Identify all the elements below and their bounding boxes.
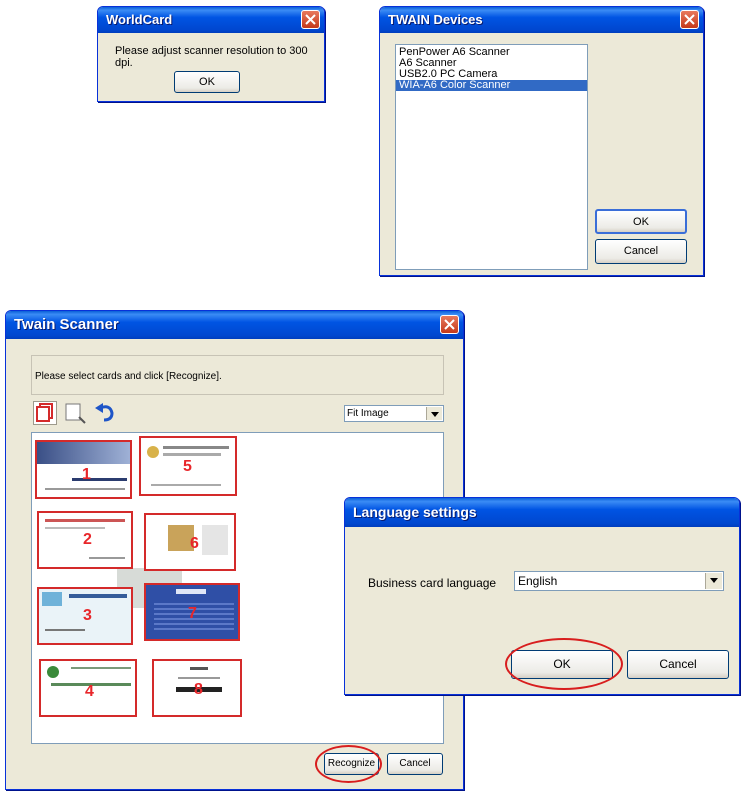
instruction-text: Please select cards and click [Recognize… (35, 371, 222, 382)
language-settings-title: Language settings (353, 504, 477, 520)
business-card-5[interactable]: 5 (139, 436, 237, 496)
worldcard-ok-button[interactable]: OK (174, 71, 240, 93)
card-number: 3 (83, 607, 92, 624)
business-card-2[interactable]: 2 (37, 511, 133, 569)
language-label: Business card language (368, 576, 497, 590)
instruction-panel: Please select cards and click [Recognize… (31, 355, 444, 395)
worldcard-titlebar: WorldCard (98, 7, 324, 33)
twain-devices-ok-button[interactable]: OK (595, 209, 687, 234)
chevron-down-icon[interactable] (705, 573, 722, 589)
deselect-icon[interactable] (61, 401, 89, 425)
fit-mode-value: Fit Image (347, 408, 389, 419)
card-number: 6 (190, 535, 199, 552)
card-number: 1 (82, 466, 91, 483)
chevron-down-icon[interactable] (426, 407, 442, 420)
language-cancel-button[interactable]: Cancel (627, 650, 729, 679)
card-number: 2 (83, 531, 92, 548)
recognize-highlight-circle (315, 745, 382, 783)
device-item-selected[interactable]: WIA-A6 Color Scanner (396, 80, 587, 91)
fit-mode-select[interactable]: Fit Image (344, 405, 444, 422)
business-card-6[interactable]: 6 (144, 513, 236, 571)
twain-devices-cancel-button[interactable]: Cancel (595, 239, 687, 264)
twain-scanner-titlebar: Twain Scanner (6, 311, 463, 339)
card-number: 7 (188, 605, 197, 622)
worldcard-dialog: WorldCard Please adjust scanner resoluti… (97, 6, 325, 102)
twain-scanner-title: Twain Scanner (14, 316, 119, 333)
twain-devices-dialog: TWAIN Devices PenPower A6 Scanner A6 Sca… (379, 6, 704, 276)
card-number: 8 (194, 681, 203, 698)
twain-devices-title: TWAIN Devices (388, 12, 483, 27)
language-settings-dialog: Language settings Business card language… (344, 497, 740, 695)
twain-devices-titlebar: TWAIN Devices (380, 7, 703, 33)
card-number: 5 (183, 458, 192, 475)
worldcard-title: WorldCard (106, 12, 173, 27)
twain-scanner-cancel-button[interactable]: Cancel (387, 753, 443, 775)
close-icon[interactable] (301, 10, 320, 29)
close-icon[interactable] (680, 10, 699, 29)
language-select[interactable]: English (514, 571, 724, 591)
rotate-icon[interactable] (92, 401, 118, 425)
language-value: English (518, 574, 558, 588)
worldcard-message: Please adjust scanner resolution to 300 … (115, 45, 308, 69)
business-card-4[interactable]: 4 (39, 659, 137, 717)
close-icon[interactable] (440, 315, 459, 334)
card-number: 4 (85, 683, 94, 700)
business-card-8[interactable]: 8 (152, 659, 242, 717)
business-card-3[interactable]: 3 (37, 587, 133, 645)
device-list[interactable]: PenPower A6 Scanner A6 Scanner USB2.0 PC… (395, 44, 588, 270)
business-card-7[interactable]: 7 (144, 583, 240, 641)
select-all-icon[interactable] (33, 401, 57, 425)
ok-highlight-circle (505, 638, 623, 690)
language-settings-titlebar: Language settings (345, 498, 739, 527)
business-card-1[interactable]: 1 (35, 440, 132, 499)
